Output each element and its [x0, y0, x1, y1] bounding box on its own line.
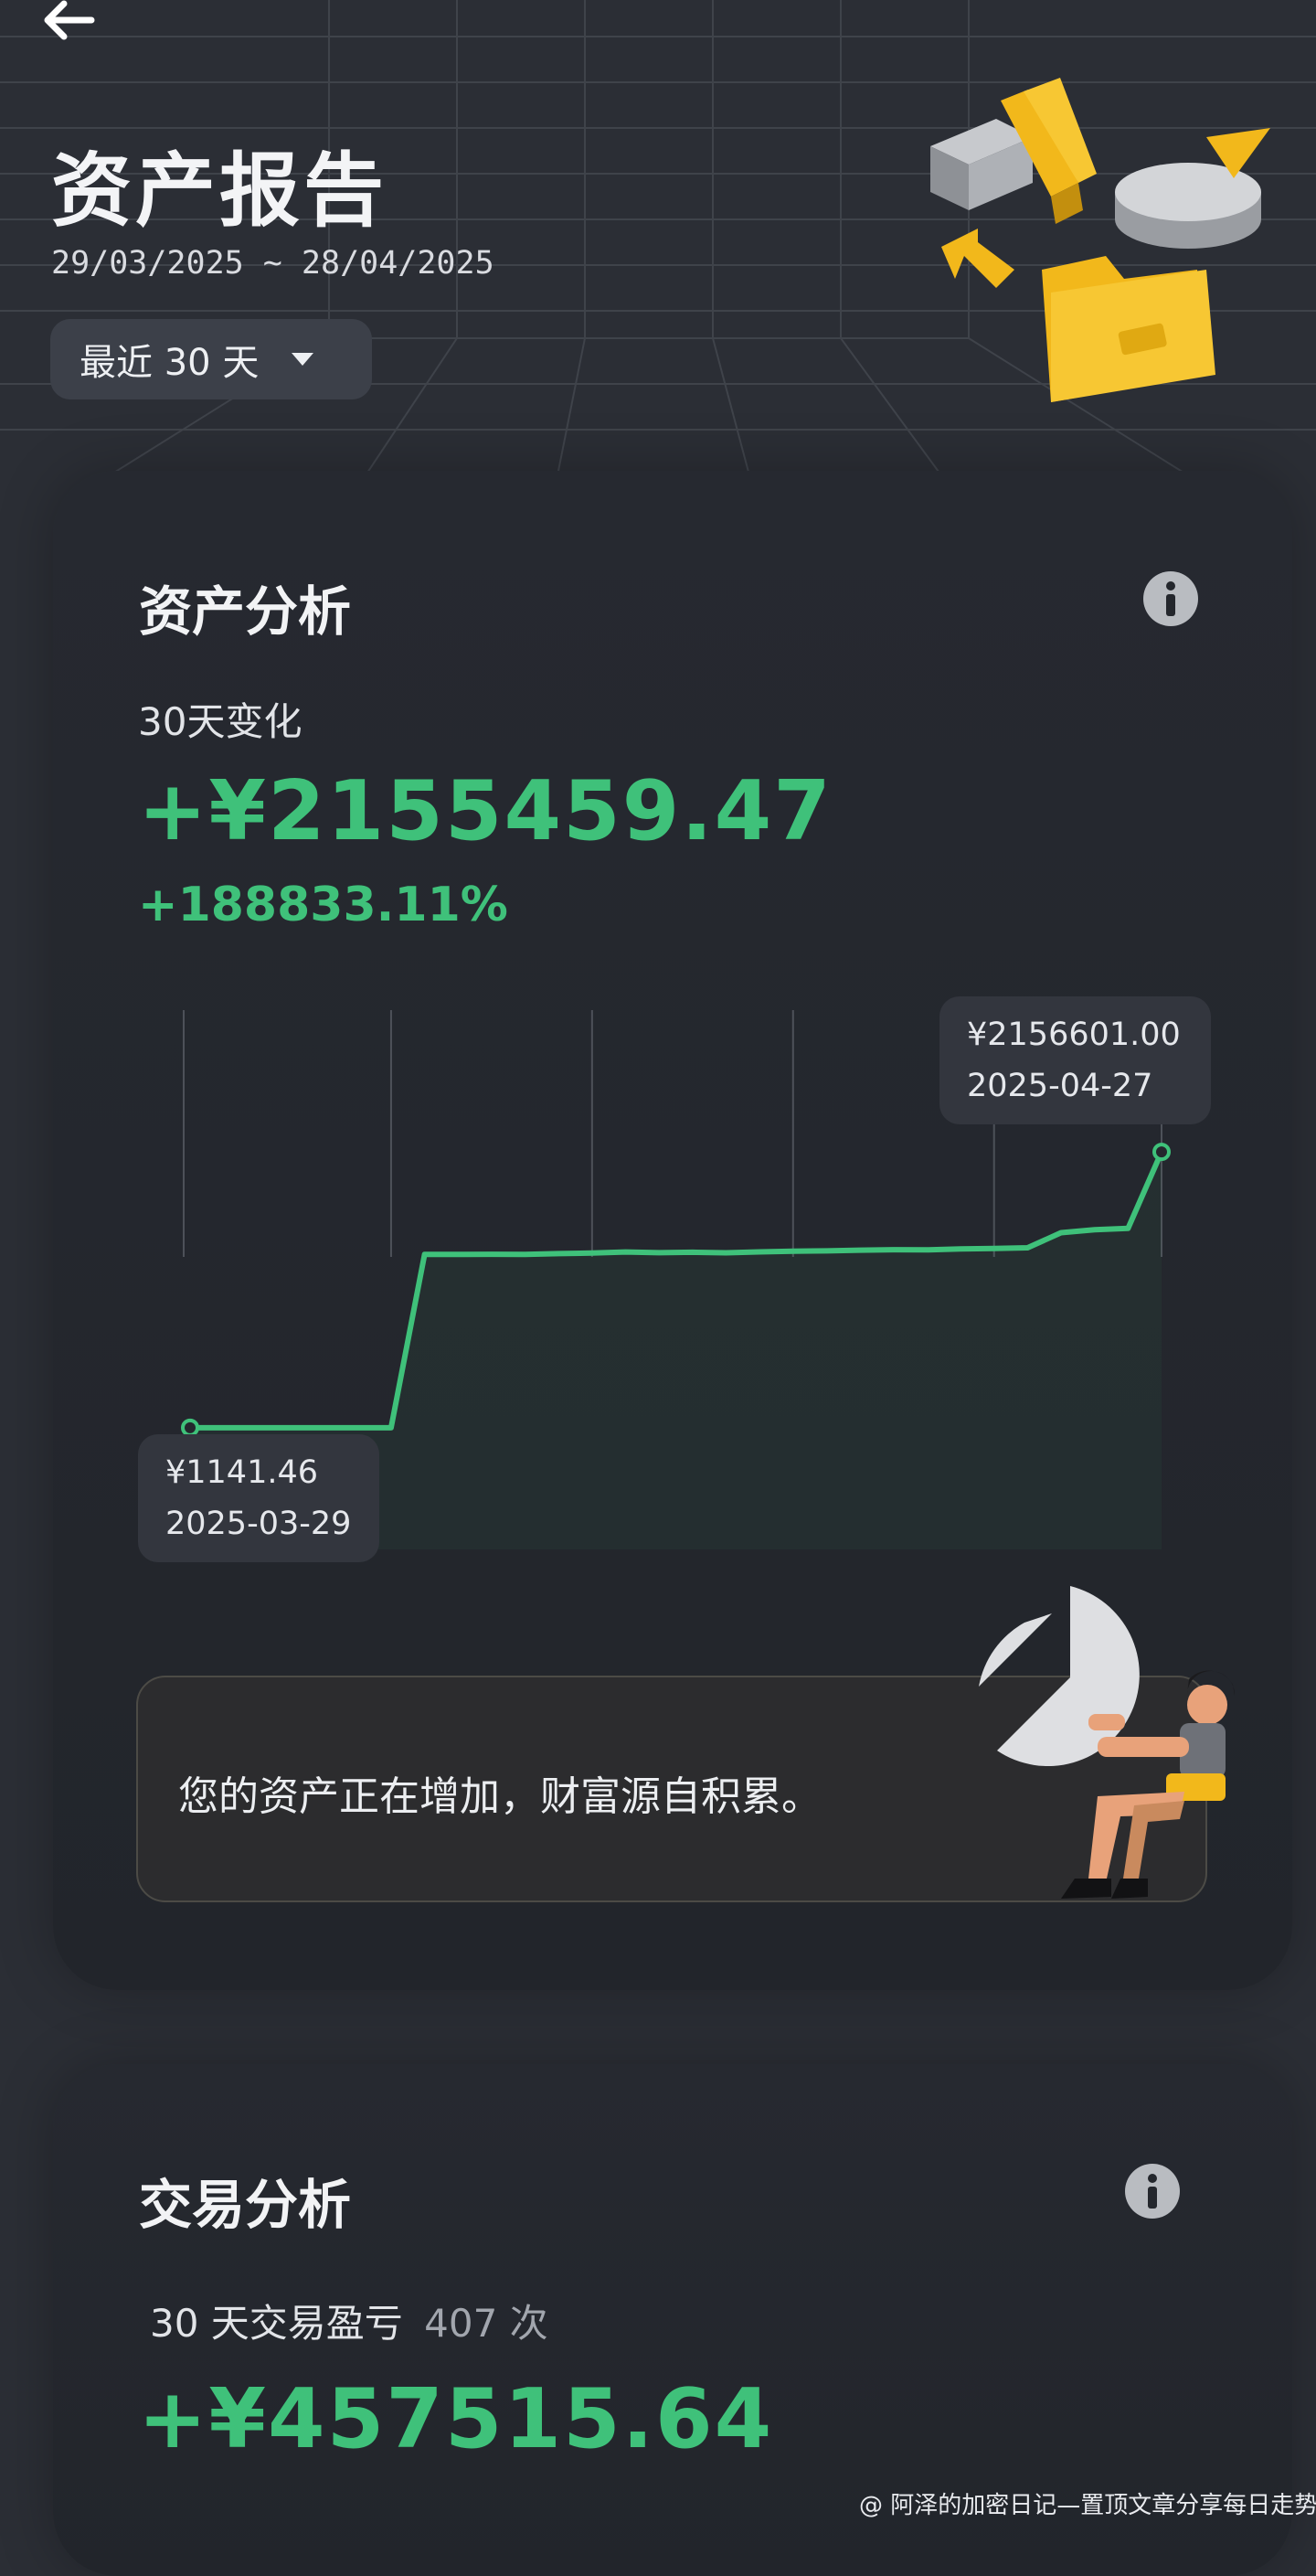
chart-point	[1025, 1246, 1030, 1251]
chart-point	[388, 1425, 393, 1430]
chart-point	[1126, 1226, 1130, 1230]
range-selector[interactable]: 最近 30 天	[50, 319, 372, 399]
asset-analysis-card: 资产分析 30天变化 +¥2155459.47 +188833.11% ¥215…	[53, 471, 1292, 1990]
chart-point	[557, 1251, 561, 1256]
tooltip-start-date: 2025-03-29	[165, 1506, 352, 1542]
chart-point	[523, 1252, 527, 1257]
person-pie-illustration	[979, 1586, 1236, 1899]
chart-point	[422, 1252, 427, 1257]
chart-point	[657, 1251, 662, 1255]
chart-point	[322, 1425, 326, 1430]
chart-point	[356, 1425, 360, 1430]
trade-count: 407 次	[424, 2301, 548, 2346]
chart-point	[1152, 1143, 1171, 1162]
chart-point	[221, 1425, 226, 1430]
chart-point	[858, 1248, 863, 1252]
chart-point	[589, 1251, 594, 1255]
chart-point	[891, 1248, 896, 1252]
chart-point	[1092, 1228, 1097, 1232]
chart-point	[456, 1252, 461, 1257]
chart-point	[181, 1418, 199, 1437]
trade-pnl-label: 30 天交易盈亏	[150, 2301, 403, 2346]
chart-point	[1059, 1230, 1064, 1235]
date-range: 29/03/2025 ~ 28/04/2025	[51, 245, 494, 282]
chart-point	[288, 1425, 292, 1430]
page-title: 资产报告	[51, 144, 388, 238]
chart-point	[791, 1249, 795, 1253]
encouragement-banner: 您的资产正在增加，财富源自积累。	[136, 1586, 1236, 1902]
range-selector-label: 最近 30 天	[80, 342, 260, 384]
tooltip-end-date: 2025-04-27	[967, 1068, 1153, 1104]
chart-point	[925, 1248, 929, 1252]
tooltip-start: ¥1141.46 2025-03-29	[138, 1434, 379, 1562]
back-arrow-icon[interactable]	[37, 0, 101, 46]
trade-pnl-label-row: 30 天交易盈亏 407 次	[150, 2293, 548, 2348]
chart-point	[724, 1251, 728, 1255]
chart-point	[824, 1249, 829, 1253]
chart-point	[255, 1425, 260, 1430]
trade-analysis-title: 交易分析	[139, 2174, 352, 2236]
tooltip-end: ¥2156601.00 2025-04-27	[939, 996, 1211, 1124]
chart-point	[758, 1250, 762, 1254]
chart-point	[992, 1246, 996, 1251]
trade-pnl-amount: +¥457515.64	[138, 2371, 774, 2467]
chart-point	[690, 1250, 695, 1254]
chart-point	[959, 1247, 963, 1251]
tooltip-end-value: ¥2156601.00	[967, 1017, 1181, 1053]
tooltip-start-value: ¥1141.46	[165, 1454, 319, 1491]
watermark: @ 阿泽的加密日记—置顶文章分享每日走势	[859, 2492, 1316, 2519]
report-illustration	[930, 78, 1270, 402]
caret-down-icon	[292, 353, 314, 366]
banner-text: 您的资产正在增加，财富源自积累。	[178, 1773, 822, 1820]
chart-point	[489, 1252, 494, 1257]
info-icon[interactable]	[1125, 2164, 1180, 2219]
chart-point	[623, 1250, 628, 1254]
